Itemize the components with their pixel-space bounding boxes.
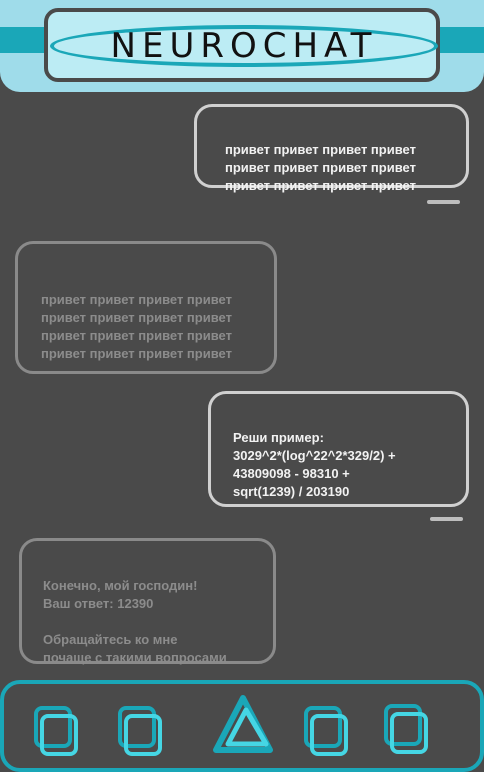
message-outgoing-1[interactable]: привет привет привет привет привет приве…	[194, 104, 469, 193]
message-tail	[430, 517, 463, 521]
square-icon	[390, 712, 428, 754]
square-icon	[310, 714, 348, 756]
square-button-2[interactable]	[118, 706, 164, 758]
square-icon	[124, 714, 162, 756]
square-button-1[interactable]	[34, 706, 80, 758]
square-button-3[interactable]	[304, 706, 350, 758]
square-button-4[interactable]	[384, 704, 430, 756]
app-title: NEUROCHAT	[110, 26, 378, 66]
triangle-button[interactable]	[212, 694, 274, 756]
message-text: Реши пример: 3029^2*(log^22^2*329/2) + 4…	[233, 430, 396, 499]
triangle-icon	[213, 695, 273, 753]
message-incoming-2[interactable]: Конечно, мой господин! Ваш ответ: 12390 …	[19, 538, 276, 665]
square-icon	[40, 714, 78, 756]
message-incoming-1[interactable]: привет привет привет привет привет приве…	[15, 241, 277, 374]
message-tail	[427, 200, 460, 204]
message-outgoing-2[interactable]: Реши пример: 3029^2*(log^22^2*329/2) + 4…	[208, 391, 469, 507]
message-text: Конечно, мой господин! Ваш ответ: 12390 …	[43, 578, 227, 665]
message-text: привет привет привет привет привет приве…	[225, 142, 416, 193]
message-text: привет привет привет привет привет приве…	[41, 292, 232, 361]
